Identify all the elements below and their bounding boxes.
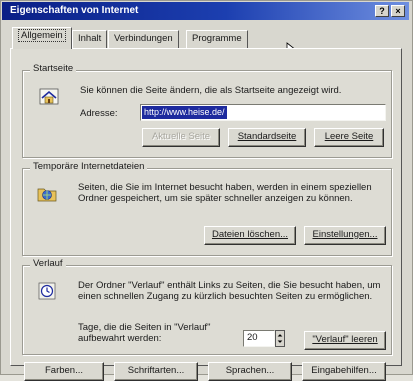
temp-files-description: Seiten, die Sie im Internet besucht habe… [78,182,372,204]
history-icon [38,282,56,300]
tab-allgemein-label: Allgemein [18,29,66,42]
clear-history-button[interactable]: "Verlauf" leeren [304,331,386,350]
tab-verbindungen[interactable]: Verbindungen [108,30,179,48]
days-spinner-arrows[interactable] [275,330,285,347]
default-page-button[interactable]: Standardseite [228,128,306,147]
clear-history-label: "Verlauf" leeren [312,334,378,345]
delete-files-label: Dateien löschen... [211,229,289,240]
languages-button[interactable]: Sprachen... [208,362,292,381]
current-page-button[interactable]: Aktuelle Seite [142,128,220,147]
temp-files-label: Temporäre Internetdateien [30,161,148,172]
address-value: http://www.heise.de/ [142,106,227,119]
window-title: Eigenschaften von Internet [10,5,139,16]
delete-files-button[interactable]: Dateien löschen... [204,226,296,245]
startseite-label: Startseite [30,63,77,74]
colors-button[interactable]: Farben... [24,362,104,381]
title-bar[interactable]: Eigenschaften von Internet ? × [2,2,409,20]
temp-settings-label: Einstellungen... [312,229,378,240]
fonts-button[interactable]: Schriftarten... [114,362,198,381]
days-label: Tage, die die Seiten in "Verlauf" aufbew… [78,322,211,344]
tab-programme[interactable]: Programme [186,30,248,48]
default-page-label: Standardseite [237,131,297,142]
help-button[interactable]: ? [375,5,389,17]
history-label: Verlauf [30,258,66,269]
history-description: Der Ordner "Verlauf" enthält Links zu Se… [78,280,381,302]
house-icon [39,88,59,105]
temp-settings-button[interactable]: Einstellungen... [304,226,386,245]
blank-page-label: Leere Seite [324,131,374,142]
folder-globe-icon [37,188,57,202]
startseite-description: Sie können die Seite ändern, die als Sta… [80,85,342,96]
address-input[interactable]: http://www.heise.de/ [140,104,386,121]
accessibility-button[interactable]: Eingabehilfen... [302,362,386,381]
spinner-arrows-icon [277,334,283,343]
close-button[interactable]: × [391,5,405,17]
days-value: 20 [247,332,258,343]
blank-page-button[interactable]: Leere Seite [314,128,384,147]
address-label: Adresse: [80,108,118,119]
tab-allgemein[interactable]: Allgemein [12,27,72,49]
tab-inhalt[interactable]: Inhalt [72,30,108,48]
days-spinbox[interactable]: 20 [243,330,275,347]
